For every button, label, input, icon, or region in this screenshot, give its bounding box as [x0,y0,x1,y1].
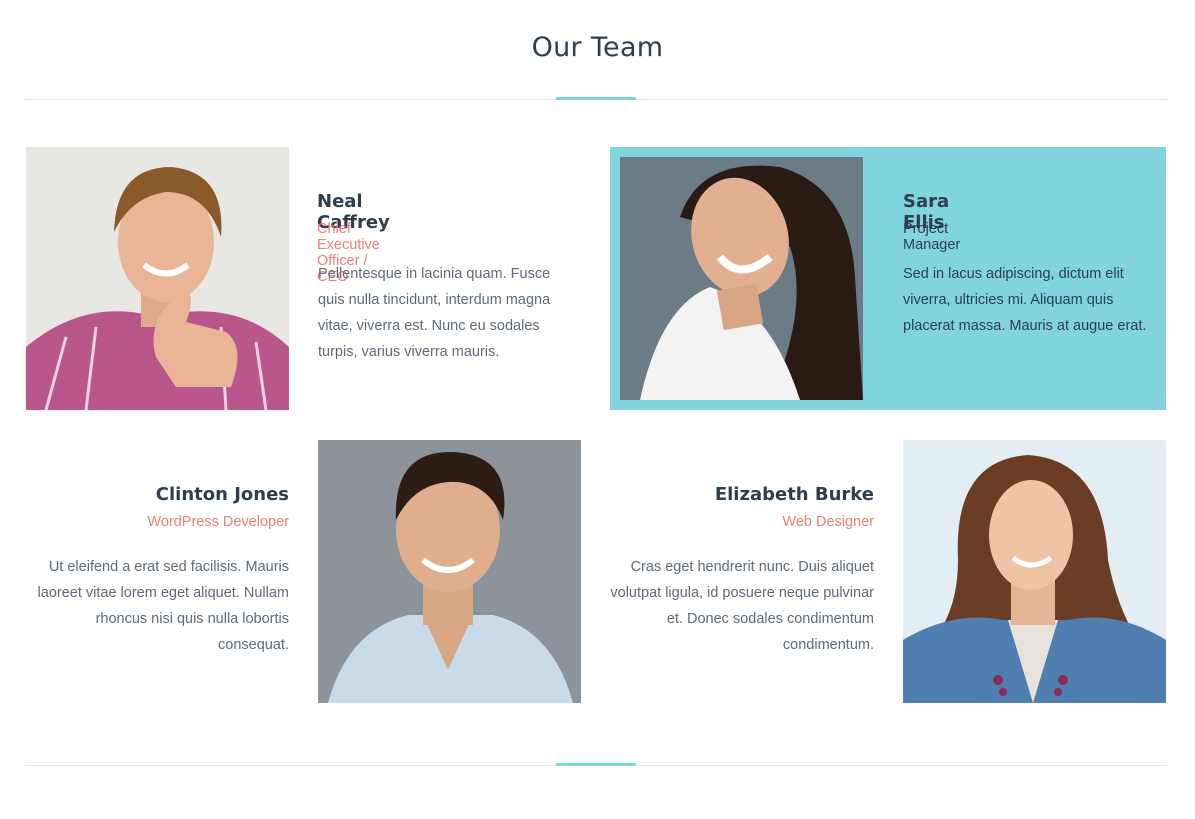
man-smiling-photo [318,440,581,703]
woman-portrait-photo [903,440,1166,703]
member-bio: Ut eleifend a erat sed facilisis. Mauris… [37,559,289,653]
section-title: Our Team [531,32,664,63]
member-bio: Pellentesque in lacinia quam. Fusce quis… [318,266,551,360]
member-name: Elizabeth Burke [714,484,874,505]
member-role: Web Designer [782,514,874,530]
bottom-divider-accent [556,763,636,766]
member-role: Project Manager [903,221,961,253]
man-thumbs-up-photo [26,147,289,410]
member-name: Clinton Jones [155,484,289,505]
title-divider-accent [556,97,636,100]
member-role: WordPress Developer [147,514,289,530]
woman-smiling-photo [620,157,863,400]
member-bio: Cras eget hendrerit nunc. Duis aliquet v… [610,559,874,653]
member-bio: Sed in lacus adipiscing, dictum elit viv… [903,266,1147,334]
